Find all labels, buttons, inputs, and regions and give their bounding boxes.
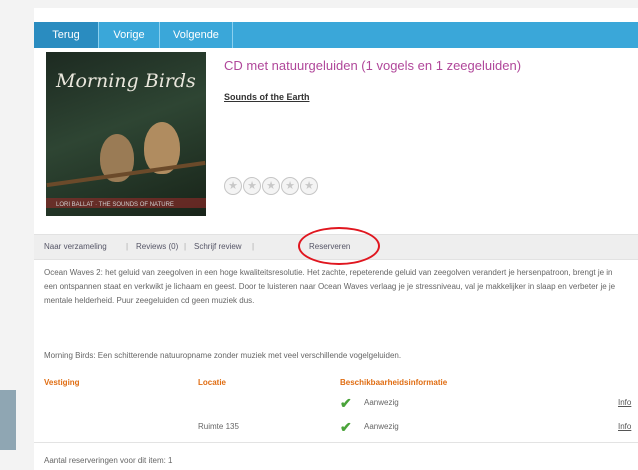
cover-title: Morning Birds <box>56 70 196 92</box>
highlight-annotation <box>298 227 380 265</box>
star-icon[interactable]: ★ <box>281 177 299 195</box>
column-header-branch: Vestiging <box>44 378 80 387</box>
status-cell: Aanwezig <box>364 422 399 431</box>
check-icon: ✔ <box>340 395 352 411</box>
item-detail-panel: Terug Vorige Volgende Morning Birds LORI… <box>34 8 638 470</box>
status-cell: Aanwezig <box>364 398 399 407</box>
availability-table: Vestiging Locatie Beschikbaarheidsinform… <box>34 376 638 444</box>
info-link[interactable]: Info <box>618 398 631 407</box>
tab-reviews[interactable]: Reviews (0) <box>136 235 178 259</box>
cover-image: Morning Birds LORI BALLAT · THE SOUNDS O… <box>46 52 206 216</box>
star-icon[interactable]: ★ <box>262 177 280 195</box>
info-link[interactable]: Info <box>618 422 631 431</box>
table-row: ✔ Aanwezig Info <box>34 394 638 414</box>
author-link[interactable]: Sounds of the Earth <box>224 92 310 102</box>
tab-separator: | <box>184 242 187 251</box>
star-icon[interactable]: ★ <box>224 177 242 195</box>
description-paragraph: Ocean Waves 2: het geluid van zeegolven … <box>44 268 616 305</box>
star-icon[interactable]: ★ <box>300 177 318 195</box>
description-paragraph: Morning Birds: Een schitterende natuurop… <box>44 351 402 360</box>
check-icon: ✔ <box>340 419 352 435</box>
tab-collection[interactable]: Naar verzameling <box>44 235 107 259</box>
divider <box>34 442 638 443</box>
tab-separator: | <box>126 242 129 251</box>
next-button[interactable]: Volgende <box>160 22 233 48</box>
back-button[interactable]: Terug <box>34 22 99 48</box>
table-row: Ruimte 135 ✔ Aanwezig Info <box>34 418 638 438</box>
cover-footer-text: LORI BALLAT · THE SOUNDS OF NATURE <box>56 202 174 208</box>
previous-button[interactable]: Vorige <box>99 22 160 48</box>
tab-write-review[interactable]: Schrijf review <box>194 235 242 259</box>
column-header-status: Beschikbaarheidsinformatie <box>340 378 448 387</box>
reservation-count: Aantal reserveringen voor dit item: 1 <box>44 456 173 465</box>
sidebar-edge-block <box>0 390 16 450</box>
star-rating[interactable]: ★ ★ ★ ★ ★ <box>224 176 319 195</box>
tab-separator: | <box>252 242 255 251</box>
item-title: CD met natuurgeluiden (1 vogels en 1 zee… <box>224 58 522 73</box>
column-header-location: Locatie <box>198 378 227 387</box>
location-cell: Ruimte 135 <box>198 422 239 431</box>
star-icon[interactable]: ★ <box>243 177 261 195</box>
top-navigation: Terug Vorige Volgende <box>34 22 638 48</box>
